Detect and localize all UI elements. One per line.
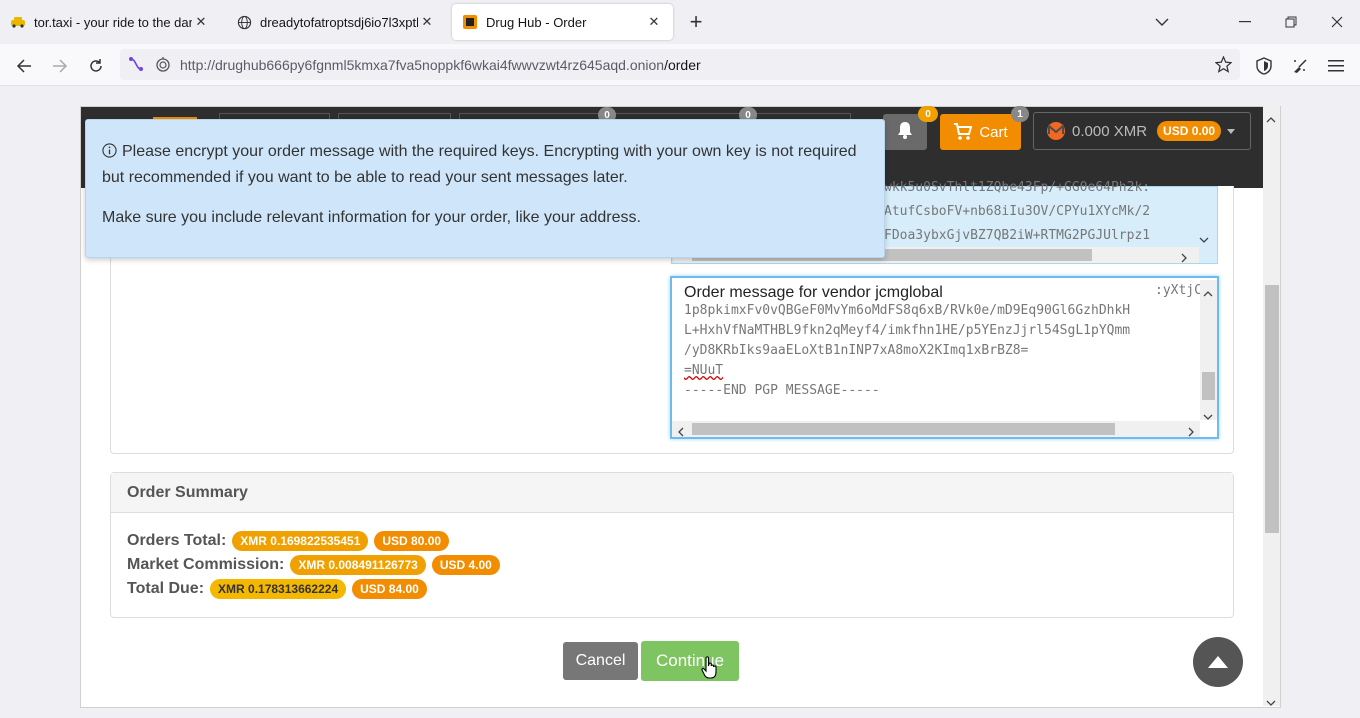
browser-tab-strip: tor.taxi - your ride to the darkne ✕ dre… bbox=[0, 0, 1360, 44]
scrollbar-thumb[interactable] bbox=[692, 423, 1115, 435]
scroll-down-arrow-icon[interactable] bbox=[1203, 408, 1213, 426]
wallet-usd-badge: USD 0.00 bbox=[1157, 121, 1222, 141]
close-icon[interactable]: ✕ bbox=[645, 14, 663, 30]
horizontal-scrollbar[interactable] bbox=[672, 421, 1200, 437]
cart-icon bbox=[953, 123, 973, 141]
cancel-button[interactable]: Cancel bbox=[563, 642, 638, 680]
order-message-textarea[interactable]: Order message for vendor jcmglobal :yXtj… bbox=[670, 276, 1219, 439]
onion-icon[interactable] bbox=[156, 56, 170, 77]
scroll-up-arrow-icon[interactable] bbox=[1266, 110, 1276, 128]
tooltip-paragraph: Please encrypt your order message with t… bbox=[102, 140, 868, 190]
pgp-line: wkk5u0SvThlt1ZQbe43Fp/+GG0e64Ph2k: bbox=[884, 180, 1151, 195]
order-summary-title: Order Summary bbox=[111, 473, 1233, 513]
back-arrow-icon[interactable] bbox=[10, 52, 38, 80]
scroll-left-arrow-icon[interactable] bbox=[677, 424, 684, 442]
wallet-dropdown[interactable]: 0.000 XMR USD 0.00 bbox=[1033, 112, 1251, 150]
order-summary-card: Order Summary Orders Total: XMR 0.169822… bbox=[110, 472, 1234, 618]
summary-label: Market Commission: bbox=[127, 556, 285, 573]
tooltip-text: Please encrypt your order message with t… bbox=[102, 143, 857, 186]
url-host: http://drughub666py6fgnml5kmxa7fva5noppk… bbox=[180, 57, 665, 73]
order-message-label: Order message for vendor jcmglobal bbox=[684, 284, 943, 301]
browser-nav-bar: http://drughub666py6fgnml5kmxa7fva5noppk… bbox=[0, 44, 1360, 86]
message-partial-text: :yXtjC bbox=[1155, 283, 1202, 298]
cart-label: Cart bbox=[979, 123, 1008, 141]
vertical-scrollbar[interactable] bbox=[1200, 280, 1217, 420]
scrollbar-thumb[interactable] bbox=[1202, 372, 1215, 400]
taxi-icon bbox=[10, 14, 26, 30]
scroll-right-arrow-icon[interactable] bbox=[1181, 250, 1188, 268]
pgp-line: FDoa3ybxGjvBZ7QB2iW+RTMG2PGJUlrpz1 bbox=[884, 228, 1151, 243]
summary-label: Total Due: bbox=[127, 580, 205, 597]
xmr-amount-badge: XMR 0.169822535451 bbox=[232, 531, 369, 551]
pgp-key-text: wkk5u0SvThlt1ZQbe43Fp/+GG0e64Ph2k: AtufCs… bbox=[884, 176, 1196, 248]
url-bar[interactable]: http://drughub666py6fgnml5kmxa7fva5noppk… bbox=[120, 49, 1240, 80]
continue-button[interactable]: Continue bbox=[641, 641, 739, 681]
message-line: /yD8KRbIks9aaELoXtB1nINP7xA8moX2KImq1xBr… bbox=[684, 343, 1029, 358]
drughub-favicon bbox=[462, 14, 478, 30]
caret-down-icon bbox=[1227, 128, 1236, 134]
message-line: -----END PGP MESSAGE----- bbox=[684, 383, 880, 398]
cart-count-badge: 1 bbox=[1011, 106, 1029, 122]
usd-amount-badge: USD 4.00 bbox=[431, 555, 500, 575]
page-scrollbar-thumb[interactable] bbox=[1265, 285, 1279, 533]
hand-cursor-icon bbox=[701, 656, 719, 685]
summary-row-orders-total: Orders Total: XMR 0.169822535451 USD 80.… bbox=[127, 531, 450, 551]
tor-circuit-icon[interactable] bbox=[128, 56, 144, 77]
tab-label: Drug Hub - Order bbox=[486, 14, 587, 30]
globe-icon bbox=[236, 14, 252, 30]
tab-list-chevron-icon[interactable] bbox=[1150, 12, 1174, 32]
minimize-icon[interactable] bbox=[1222, 0, 1268, 44]
xmr-amount-badge: XMR 0.008491126773 bbox=[290, 555, 426, 575]
message-body: 1p8pkimxFv0vQBGeF0MvYm6oMdFS8q6xB/RVk0e/… bbox=[684, 301, 1199, 401]
shield-icon[interactable] bbox=[1250, 52, 1278, 80]
browser-tab-tortaxi[interactable]: tor.taxi - your ride to the darkne ✕ bbox=[0, 4, 220, 40]
bookmark-star-icon[interactable] bbox=[1214, 55, 1233, 78]
url-path: /order bbox=[664, 57, 701, 73]
encryption-info-tooltip: Please encrypt your order message with t… bbox=[85, 119, 885, 258]
hamburger-menu-icon[interactable] bbox=[1322, 52, 1350, 80]
browser-tab-drughub[interactable]: Drug Hub - Order ✕ bbox=[452, 4, 673, 40]
cart-button[interactable]: Cart bbox=[940, 114, 1021, 150]
xmr-amount-badge: XMR 0.178313662224 bbox=[210, 579, 347, 599]
window-close-icon[interactable] bbox=[1314, 0, 1360, 44]
bell-icon bbox=[896, 120, 914, 145]
info-icon bbox=[102, 142, 117, 166]
wallet-balance: 0.000 XMR bbox=[1072, 122, 1148, 140]
pgp-line: AtufCsboFV+nb68iIu3OV/CPYu1XYcMk/2 bbox=[884, 204, 1151, 219]
summary-row-total-due: Total Due: XMR 0.178313662224 USD 84.00 bbox=[127, 579, 427, 599]
notification-count-badge: 0 bbox=[918, 106, 938, 122]
tab-label: tor.taxi - your ride to the darkne bbox=[34, 14, 192, 30]
summary-row-market-commission: Market Commission: XMR 0.008491126773 US… bbox=[127, 555, 500, 575]
message-line: =NUuT bbox=[684, 363, 724, 378]
scroll-down-arrow-icon[interactable] bbox=[1266, 694, 1276, 712]
usd-amount-badge: USD 84.00 bbox=[352, 579, 427, 599]
url-text[interactable]: http://drughub666py6fgnml5kmxa7fva5noppk… bbox=[180, 57, 701, 73]
monero-icon bbox=[1046, 121, 1066, 141]
reload-icon[interactable] bbox=[82, 52, 110, 80]
restore-icon[interactable] bbox=[1268, 0, 1314, 44]
tooltip-text-2: Make sure you include relevant informati… bbox=[102, 209, 641, 226]
new-tab-icon[interactable]: + bbox=[684, 9, 708, 34]
scroll-to-top-button[interactable] bbox=[1193, 637, 1243, 687]
scroll-up-arrow-icon[interactable] bbox=[1203, 284, 1213, 302]
forward-arrow-icon[interactable] bbox=[46, 52, 74, 80]
scroll-right-arrow-icon[interactable] bbox=[1188, 424, 1195, 442]
scroll-down-arrow-icon[interactable] bbox=[1199, 231, 1209, 249]
browser-tab-dread[interactable]: dreadytofatroptsdj6io7l3xptbet ✕ bbox=[226, 4, 446, 40]
tab-label: dreadytofatroptsdj6io7l3xptbet bbox=[260, 14, 418, 30]
summary-label: Orders Total: bbox=[127, 532, 227, 549]
message-line: 1p8pkimxFv0vQBGeF0MvYm6oMdFS8q6xB/RVk0e/… bbox=[684, 303, 1131, 318]
close-icon[interactable]: ✕ bbox=[418, 14, 436, 30]
caret-up-icon bbox=[1207, 655, 1229, 669]
close-icon[interactable]: ✕ bbox=[192, 14, 210, 30]
new-identity-broom-icon[interactable] bbox=[1286, 52, 1314, 80]
message-line: L+HxhVfNaMTHBL9fkn2qMeyf4/imkfhn1HE/p5YE… bbox=[684, 323, 1131, 338]
usd-amount-badge: USD 80.00 bbox=[374, 531, 450, 551]
